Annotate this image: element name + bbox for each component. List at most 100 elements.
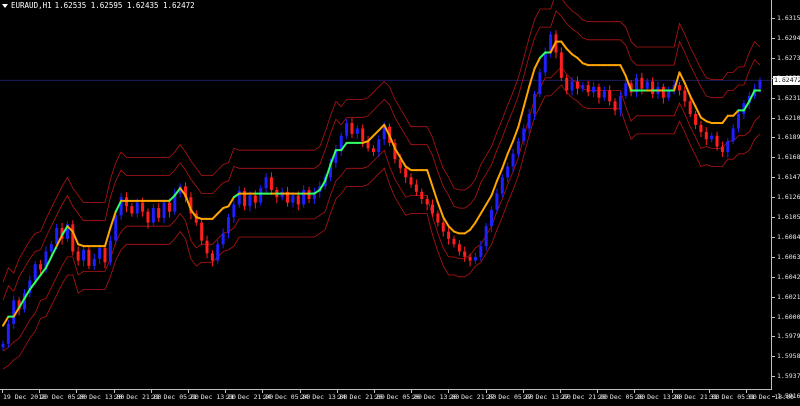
price-label: 1.59580 [777, 352, 800, 361]
candle-body [452, 238, 456, 245]
candle-body [731, 128, 735, 142]
candle-body [409, 177, 413, 185]
candle-body [677, 85, 681, 91]
candle-body [704, 132, 708, 140]
candle-body [114, 215, 118, 241]
trend-line-segment [485, 194, 493, 206]
candle-body [210, 253, 214, 261]
price-label: 1.60635 [777, 252, 800, 261]
trend-line-segment [490, 179, 498, 197]
candle-body [661, 86, 665, 98]
candle-body [645, 81, 649, 89]
candle-body [447, 231, 451, 239]
time-axis: 19 Dec 2018 20 Dec 05:00 20 Dec 13:00 20 De… [0, 390, 794, 406]
candle-body [345, 123, 349, 136]
candle-body [76, 251, 80, 261]
candle-body [737, 113, 741, 129]
candle-body [715, 135, 719, 147]
candle-body [33, 264, 37, 281]
trend-line-segment [565, 47, 574, 56]
trend-line-segment [619, 64, 627, 77]
candle-body [414, 184, 418, 192]
candle-body [726, 141, 730, 152]
candle-body [624, 83, 628, 96]
candle-body [710, 135, 714, 140]
candle-body [533, 94, 537, 114]
envelope-line-2 [2, 10, 761, 301]
trend-line-segment [678, 71, 686, 85]
price-label: 1.59370 [777, 372, 800, 381]
candle-body [720, 146, 724, 152]
candle-body [361, 128, 365, 142]
price-label: 1.59790 [777, 332, 800, 341]
candle-body [200, 222, 204, 241]
ohlc-values: 1.62535 1.62595 1.62435 1.62472 [54, 1, 195, 10]
candle-body [92, 258, 96, 266]
candle-body [141, 202, 145, 212]
candle-body [226, 217, 230, 234]
price-label: 1.60845 [777, 232, 800, 241]
candle-body [162, 202, 166, 219]
candle-body [12, 300, 16, 324]
candle-body [355, 128, 359, 134]
candle-body [506, 166, 510, 178]
candle-body [436, 213, 440, 223]
price-label: 1.62525 [777, 73, 800, 82]
trend-line-segment [522, 85, 531, 108]
price-tick [772, 376, 775, 378]
candle-body [500, 177, 504, 194]
candle-body [495, 193, 499, 210]
price-tick [772, 18, 775, 19]
trend-line-segment [721, 114, 729, 125]
price-tick [772, 37, 775, 39]
trend-line-segment [469, 221, 477, 231]
candle-body [232, 204, 236, 218]
time-label: 31 Dec 13:00 [747, 393, 794, 401]
price-tick [772, 197, 775, 199]
candle-body [1, 343, 5, 348]
candle-body [618, 95, 622, 111]
price-tick [772, 217, 775, 218]
candle-body [688, 101, 692, 114]
trend-line-segment [431, 185, 439, 204]
price-label: 1.62945 [777, 33, 800, 42]
price-tick [772, 77, 775, 79]
trend-line-segment [517, 105, 525, 128]
candle-body [570, 81, 574, 91]
trend-line-segment [216, 207, 225, 215]
candle-body [167, 202, 171, 212]
trend-line-segment [474, 212, 482, 224]
candle-body [135, 202, 139, 214]
candle-body [608, 90, 612, 102]
candle-body [157, 208, 161, 219]
candle-body [146, 211, 150, 223]
candle-body [404, 168, 408, 178]
price-tick [772, 57, 775, 59]
candle-body [559, 52, 563, 78]
candle-body [291, 195, 295, 203]
price-tick [772, 256, 775, 258]
price-tick [772, 276, 775, 278]
dropdown-triangle-icon[interactable] [2, 3, 8, 8]
candle-body [371, 148, 375, 152]
candle-body [586, 85, 590, 93]
candle-body [651, 81, 655, 95]
candle-body [463, 251, 467, 257]
candle-body [597, 86, 601, 98]
price-tick [772, 356, 775, 358]
symbol-header: EURAUD,H1 1.62535 1.62595 1.62435 1.6247… [2, 1, 195, 10]
trend-line-segment [506, 140, 515, 155]
price-tick [772, 296, 775, 298]
candle-body [694, 113, 698, 125]
price-label: 1.60000 [777, 312, 800, 321]
plot-area[interactable]: EURAUD,H1 1.62535 1.62595 1.62435 1.6247… [0, 0, 772, 390]
candle-body [253, 195, 257, 203]
candle-body [269, 177, 273, 190]
candle-body [683, 90, 687, 102]
candle-body [473, 256, 477, 261]
trend-line-segment [479, 203, 488, 215]
candle-body [441, 222, 445, 232]
candle-body [350, 123, 354, 134]
candle-body [527, 113, 531, 129]
candle-body [511, 153, 515, 167]
